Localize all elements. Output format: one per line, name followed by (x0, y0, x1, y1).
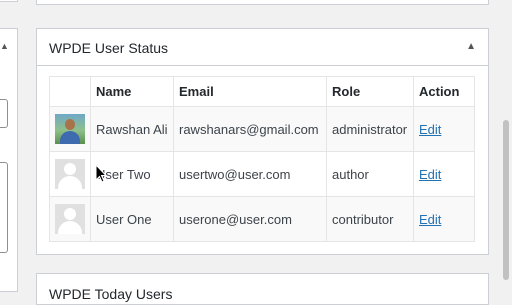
collapse-arrow-icon[interactable]: ▲ (0, 41, 9, 51)
column-header-role: Role (326, 76, 414, 107)
edit-link[interactable]: Edit (419, 212, 441, 227)
table-header-row: Name Email Role Action (49, 76, 475, 107)
user-email: usertwo@user.com (173, 151, 327, 197)
edit-link[interactable]: Edit (419, 122, 441, 137)
action-cell: Edit (413, 151, 475, 197)
column-header-email: Email (173, 76, 327, 107)
today-users-widget: WPDE Today Users (36, 273, 489, 305)
user-email: userone@user.com (173, 196, 327, 242)
avatar-cell (49, 151, 91, 197)
left-input-field[interactable] (0, 99, 8, 128)
edit-link[interactable]: Edit (419, 167, 441, 182)
avatar-cell (49, 106, 91, 152)
mouse-cursor-icon (95, 164, 107, 183)
left-textarea-field[interactable] (0, 162, 8, 253)
scrollbar[interactable] (500, 0, 512, 289)
user-role: author (326, 151, 414, 197)
triangle-up-icon[interactable]: ▲ (466, 41, 476, 52)
users-table: Name Email Role Action Rawshan Ali rawsh… (49, 76, 475, 242)
left-top-box (0, 0, 18, 2)
user-status-widget: WPDE User Status ▲ Name Email Role Actio… (36, 28, 489, 255)
widget-header[interactable]: WPDE User Status ▲ (37, 29, 488, 66)
scrollbar-thumb[interactable] (503, 120, 509, 280)
user-email: rawshanars@gmail.com (173, 106, 327, 152)
bottom-widget-title: WPDE Today Users (49, 286, 173, 302)
user-name: Rawshan Ali (90, 106, 174, 152)
user-role: contributor (326, 196, 414, 242)
action-cell: Edit (413, 106, 475, 152)
user-role: administrator (326, 106, 414, 152)
column-header-action: Action (413, 76, 475, 107)
column-header-avatar (49, 76, 91, 107)
table-row: Rawshan Ali rawshanars@gmail.com adminis… (49, 106, 475, 152)
table-row: User One userone@user.com contributor Ed… (49, 196, 475, 242)
top-widget (36, 0, 489, 5)
table-row: User Two usertwo@user.com author Edit (49, 151, 475, 197)
column-header-name: Name (90, 76, 174, 107)
avatar-cell (49, 196, 91, 242)
user-name: User One (90, 196, 174, 242)
action-cell: Edit (413, 196, 475, 242)
user-photo-avatar (55, 114, 85, 144)
widget-title: WPDE User Status (49, 40, 169, 56)
default-avatar (55, 159, 85, 189)
default-avatar (55, 204, 85, 234)
